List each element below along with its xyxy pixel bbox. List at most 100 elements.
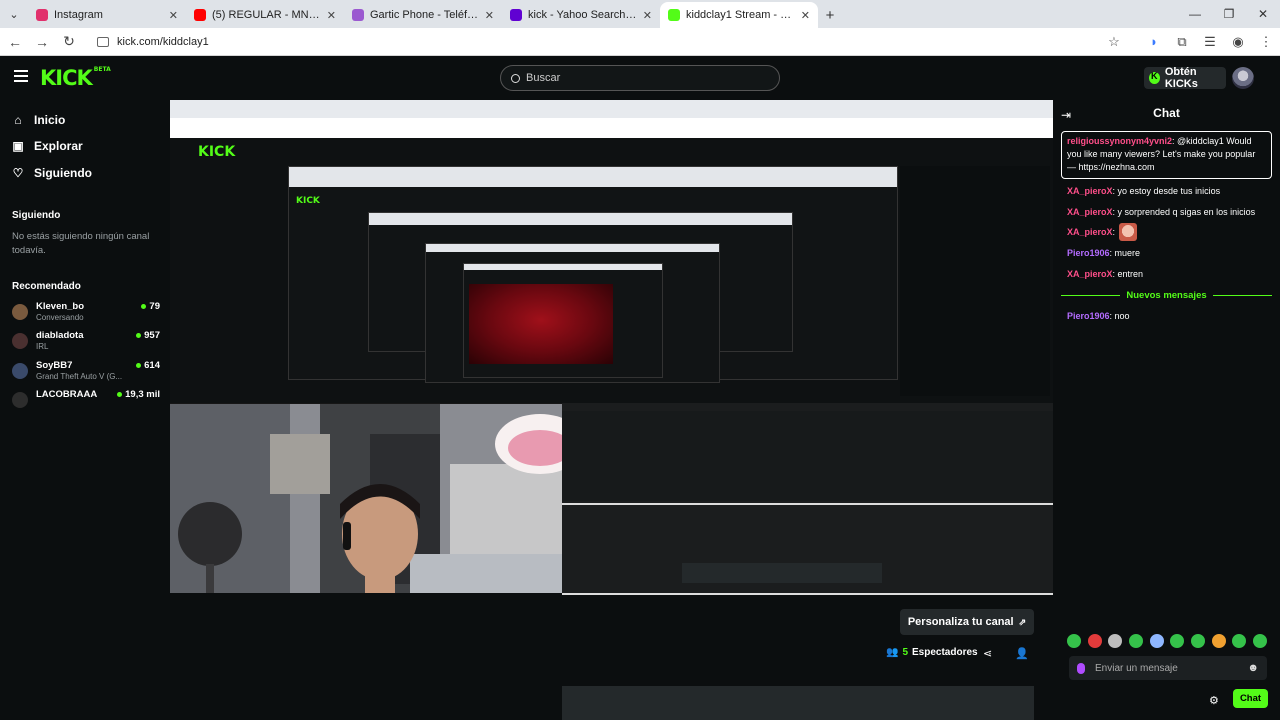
search-icon: [511, 73, 520, 83]
nav-label: Siguiendo: [34, 166, 92, 180]
site-info-icon[interactable]: [97, 36, 109, 47]
tab-favicon-icon: [510, 9, 522, 21]
emote-icon[interactable]: [1190, 634, 1205, 648]
recommended-section-title: Recomendado: [12, 281, 81, 292]
screen-capture-content: KICK KICK: [170, 100, 1053, 403]
emote-icon[interactable]: [1128, 634, 1143, 648]
emote-icon[interactable]: [1170, 634, 1185, 648]
minimize-icon[interactable]: —: [1178, 0, 1212, 28]
tab-close-icon[interactable]: ✕: [643, 9, 652, 22]
bookmark-star-icon[interactable]: ☆: [1100, 30, 1128, 54]
pinned-username[interactable]: religioussynonym4yvni2: [1067, 136, 1172, 146]
hamburger-menu-icon[interactable]: [14, 70, 28, 82]
customize-channel-button[interactable]: Personaliza tu canal ⇗: [900, 609, 1034, 635]
viewer-count: 614: [136, 360, 160, 371]
emote-icon[interactable]: [1149, 634, 1164, 648]
get-kicks-label: Obtén KICKs: [1164, 66, 1198, 90]
reading-list-icon[interactable]: ☰: [1196, 30, 1224, 54]
avatar: [12, 333, 28, 349]
chat-message: XA_pieroX:: [1067, 223, 1138, 241]
channel-category: IRL: [36, 342, 49, 351]
puzzle-icon[interactable]: ⧉: [1168, 30, 1196, 54]
browser-tab-active[interactable]: kiddclay1 Stream - Watch Live ✕: [660, 2, 818, 28]
chat-username[interactable]: XA_pieroX: [1067, 269, 1113, 279]
sidebar-item-explore[interactable]: ▣ Explorar: [12, 139, 83, 153]
chat-username[interactable]: XA_pieroX: [1067, 227, 1113, 237]
compass-icon: ▣: [12, 139, 24, 153]
viewer-count-value: 957: [144, 330, 160, 341]
tab-close-icon[interactable]: ✕: [485, 9, 494, 22]
reload-icon[interactable]: ↻: [57, 30, 81, 54]
recommended-channel[interactable]: diabladota IRL 957: [12, 329, 160, 355]
emoji-picker-icon[interactable]: ☻: [1247, 662, 1259, 674]
tab-search-icon[interactable]: ⌄: [0, 0, 28, 28]
recommended-channel[interactable]: Kleven_bo Conversando 79: [12, 300, 160, 326]
emote-icon[interactable]: [1108, 634, 1123, 648]
chat-panel: ⇥ Chat religioussynonym4yvni2: @kiddclay…: [1053, 100, 1280, 720]
chat-username[interactable]: XA_pieroX: [1067, 207, 1113, 217]
channel-name: Kleven_bo: [36, 301, 85, 312]
beta-badge: BETA: [93, 66, 111, 73]
get-kicks-button[interactable]: Obtén KICKs: [1144, 66, 1226, 90]
forward-icon[interactable]: →: [30, 30, 54, 54]
emote-icon[interactable]: [1211, 634, 1226, 648]
nav-label: Explorar: [34, 139, 83, 153]
tab-label: (5) REGULAR - MNZR & Rafaeli: [212, 9, 321, 21]
browser-tab[interactable]: Gartic Phone - Teléfono Desco ✕: [344, 2, 502, 28]
chat-username[interactable]: Piero1906: [1067, 248, 1110, 258]
browser-tab[interactable]: kick - Yahoo Search Tus resulta ✕: [502, 2, 660, 28]
live-dot-icon: [136, 363, 142, 368]
search-input[interactable]: Buscar: [500, 65, 780, 91]
tab-favicon-icon: [668, 9, 680, 21]
tab-close-icon[interactable]: ✕: [327, 9, 336, 22]
viewer-count-value: 79: [149, 301, 160, 312]
chat-username[interactable]: XA_pieroX: [1067, 186, 1113, 196]
chat-message: Piero1906: noo: [1067, 311, 1130, 321]
back-icon[interactable]: ←: [3, 30, 27, 54]
viewer-count-value: 19,3 mil: [125, 389, 160, 400]
nav-label: Inicio: [34, 113, 66, 127]
new-tab-icon[interactable]: +: [818, 2, 842, 28]
home-icon: ⌂: [14, 113, 22, 127]
kick-header: KICKBETA Buscar Obtén KICKs: [0, 56, 1280, 100]
share-icon[interactable]: ⋖: [983, 647, 992, 660]
webcam-feed: [170, 404, 562, 593]
profile-icon[interactable]: ◉: [1224, 30, 1252, 54]
sidebar-item-home[interactable]: ⌂ Inicio: [12, 113, 65, 127]
chat-message-input[interactable]: Enviar un mensaje ☻: [1069, 656, 1267, 680]
tab-close-icon[interactable]: ✕: [801, 9, 810, 22]
chat-text: : yo estoy desde tus inicios: [1112, 186, 1221, 196]
nested-video-thumbnail: [469, 284, 613, 364]
emote-icon[interactable]: [1067, 634, 1081, 648]
recommended-channel[interactable]: SoyBB7 Grand Theft Auto V (G... 614: [12, 359, 160, 385]
browser-tab[interactable]: (5) REGULAR - MNZR & Rafaeli ✕: [186, 2, 344, 28]
extension-icon[interactable]: ◗: [1140, 30, 1168, 54]
tab-close-icon[interactable]: ✕: [169, 9, 178, 22]
add-user-icon[interactable]: 👤: [1015, 647, 1029, 660]
sidebar-item-following[interactable]: ♡ Siguiendo: [12, 166, 92, 180]
chat-input-placeholder: Enviar un mensaje: [1095, 662, 1178, 674]
browser-tab[interactable]: Instagram ✕: [28, 2, 186, 28]
recommended-channel[interactable]: LACOBRAAA 19,3 mil: [12, 388, 160, 408]
emote-icon[interactable]: [1087, 634, 1102, 648]
live-dot-icon: [141, 304, 147, 309]
chat-message: XA_pieroX: y sorprended q sigas en los i…: [1067, 207, 1255, 217]
url-field[interactable]: kick.com/kiddclay1: [97, 36, 1100, 48]
kick-logo[interactable]: KICK BETA: [40, 66, 111, 90]
emote-icon[interactable]: [1232, 634, 1247, 648]
maximize-icon[interactable]: ❐: [1212, 0, 1246, 28]
chat-message: Piero1906: muere: [1067, 248, 1140, 258]
emote-icon[interactable]: [1252, 634, 1267, 648]
chat-settings-icon[interactable]: ⚙: [1209, 694, 1219, 707]
channel-name: LACOBRAAA: [36, 389, 98, 400]
close-window-icon[interactable]: ✕: [1246, 0, 1280, 28]
menu-icon[interactable]: ⋮: [1252, 30, 1280, 54]
pinned-message: religioussynonym4yvni2: @kiddclay1 Would…: [1061, 131, 1272, 179]
tab-favicon-icon: [352, 9, 364, 21]
new-messages-divider[interactable]: Nuevos mensajes: [1061, 289, 1273, 301]
microphone-icon[interactable]: [1077, 662, 1085, 674]
stream-video-player[interactable]: KICK KICK: [170, 100, 1053, 593]
user-avatar[interactable]: [1232, 67, 1254, 89]
chat-username[interactable]: Piero1906: [1067, 311, 1110, 321]
chat-send-button[interactable]: Chat: [1233, 689, 1268, 708]
